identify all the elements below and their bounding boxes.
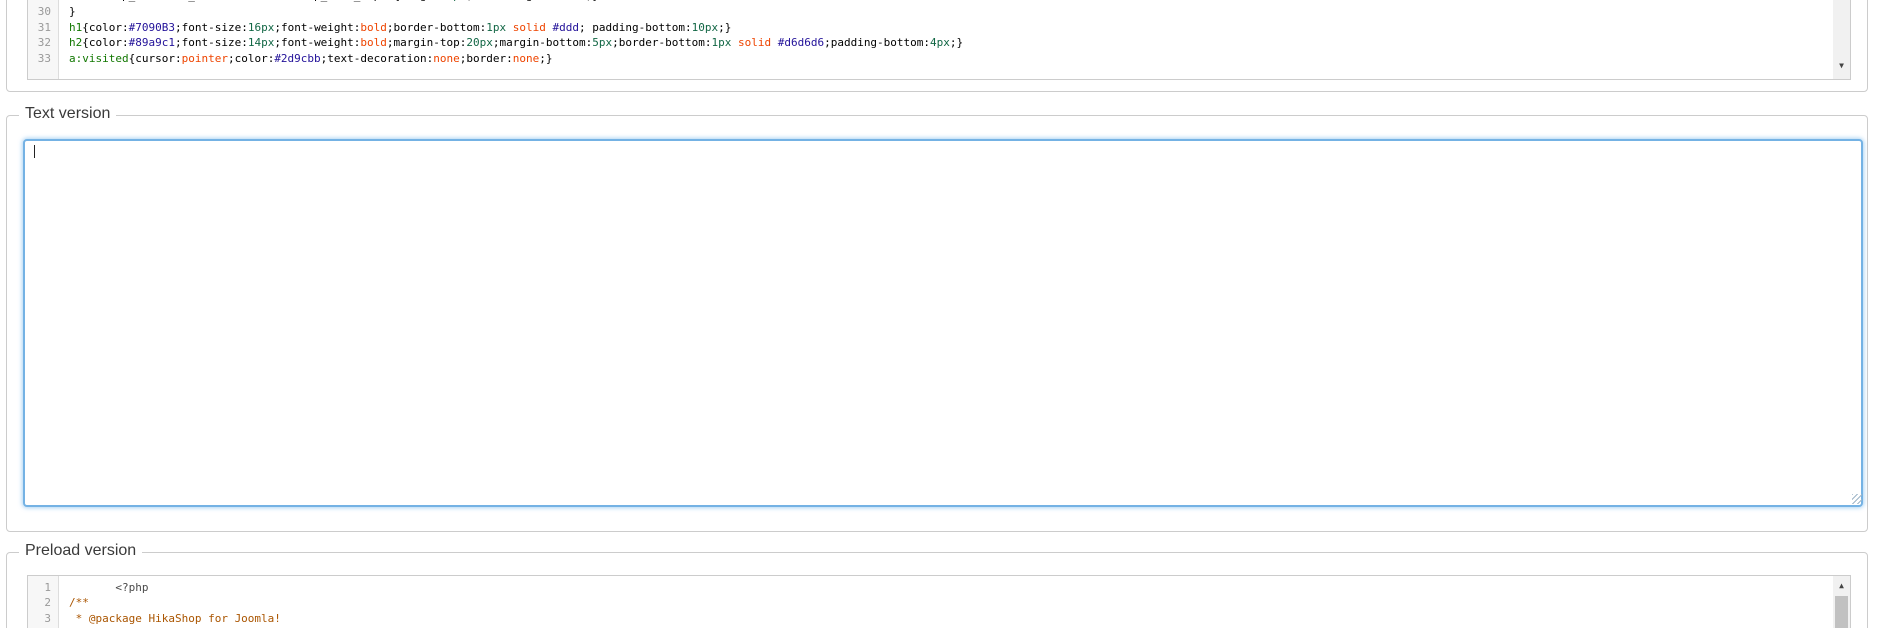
php-code-editor[interactable]: 1 23 <?php/** * @package HikaShop for Joo… xyxy=(27,575,1851,628)
text-version-textarea[interactable] xyxy=(23,139,1863,507)
scroll-down-arrow[interactable]: ▼ xyxy=(1833,62,1850,70)
scroll-up-arrow[interactable]: ▲ xyxy=(1833,582,1850,590)
line-number: 31 xyxy=(37,20,51,34)
line-number: 2 xyxy=(44,596,51,610)
line-number-gutter: 30 31 32 33 xyxy=(28,0,59,79)
line-number: 3 xyxy=(44,611,51,625)
text-cursor xyxy=(34,145,35,158)
line-number: 1 xyxy=(44,580,51,594)
vertical-scrollbar[interactable]: ▲ xyxy=(1833,576,1850,628)
text-version-fieldset: Text version xyxy=(6,104,1868,532)
vertical-scrollbar[interactable]: ▼ xyxy=(1833,0,1850,79)
scroll-thumb[interactable] xyxy=(1835,596,1848,628)
resize-handle-icon[interactable] xyxy=(1852,494,1862,504)
code-line[interactable]: } xyxy=(69,4,1832,20)
code-line[interactable]: * @package HikaShop for Joomla! xyxy=(69,611,1832,627)
text-version-legend: Text version xyxy=(19,104,117,124)
line-number-gutter: 1 23 xyxy=(28,576,59,628)
css-editor-fieldset: 30 31 32 33 #hikashop_checkout_cart table.h… xyxy=(6,0,1868,92)
code-line[interactable]: h2{color:#89a9c1;font-size:14px;font-wei… xyxy=(69,35,1832,51)
code-area[interactable]: #hikashop_checkout_cart table.hikashop_c… xyxy=(69,0,1832,79)
css-code-editor[interactable]: 30 31 32 33 #hikashop_checkout_cart table.h… xyxy=(27,0,1851,80)
page: 30313233 #hikashop_checkout_cart table.h… xyxy=(0,0,1884,628)
line-number: 32 xyxy=(37,36,51,50)
code-line[interactable]: <?php xyxy=(69,580,1832,596)
code-line[interactable]: /** xyxy=(69,595,1832,611)
code-area[interactable]: <?php/** * @package HikaShop for Joomla! xyxy=(69,580,1832,628)
code-line[interactable]: a:visited{cursor:pointer;color:#2d9cbb;t… xyxy=(69,51,1832,67)
preload-version-fieldset: Preload version 1 23 <?php/** * @package … xyxy=(6,541,1868,628)
line-number: 30 xyxy=(37,5,51,18)
preload-version-legend: Preload version xyxy=(19,541,143,561)
line-number: 33 xyxy=(37,52,51,66)
code-line[interactable]: h1{color:#7090B3;font-size:16px;font-wei… xyxy=(69,20,1832,36)
